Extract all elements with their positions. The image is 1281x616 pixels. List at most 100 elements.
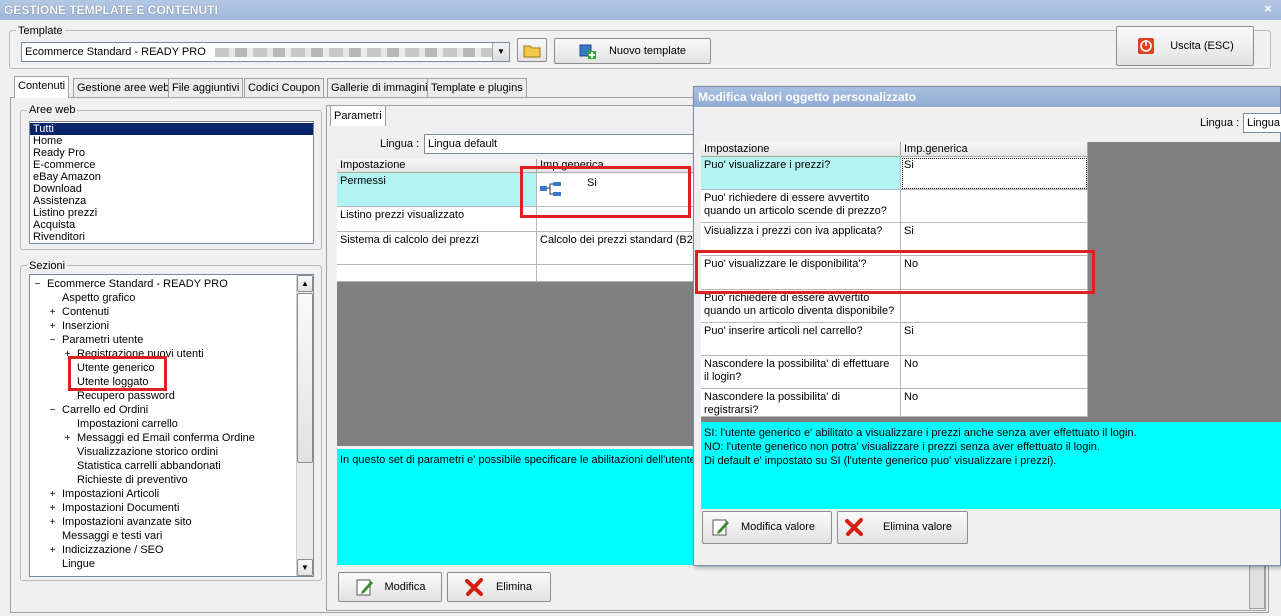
- window-title: GESTIONE TEMPLATE E CONTENUTI: [4, 3, 218, 17]
- lingua-select[interactable]: Lingua default: [424, 134, 696, 154]
- template-select[interactable]: Ecommerce Standard - READY PRO ▼: [21, 42, 510, 62]
- tree-item[interactable]: + Impostazioni avanzate sito: [48, 515, 192, 529]
- scroll-up-icon[interactable]: ▲: [297, 275, 313, 292]
- tree-expander-icon[interactable]: +: [63, 348, 72, 362]
- elimina-valore-button[interactable]: Elimina valore: [837, 511, 968, 544]
- chevron-down-icon[interactable]: ▼: [492, 43, 509, 61]
- list-item[interactable]: E-commerce: [30, 159, 313, 171]
- tree-item[interactable]: + Registrazione nuovi utenti: [63, 347, 204, 361]
- tree-item[interactable]: − Ecommerce Standard - READY PRO: [33, 277, 228, 291]
- grid-cell-key[interactable]: Listino prezzi visualizzato: [337, 207, 537, 232]
- dialog-cell-value[interactable]: Si: [901, 157, 1088, 190]
- dialog-cell-value[interactable]: No: [901, 389, 1088, 417]
- list-item[interactable]: Rivenditori: [30, 231, 313, 243]
- dialog-cell-key[interactable]: Puo' visualizzare i prezzi?: [701, 157, 901, 190]
- tab-gestione-aree-web[interactable]: Gestione aree web: [73, 78, 174, 97]
- tree-item[interactable]: + Impostazioni Documenti: [48, 501, 180, 516]
- tree-expander-icon[interactable]: +: [63, 432, 72, 446]
- tree-item[interactable]: Utente generico: [63, 361, 155, 375]
- parametri-grid[interactable]: Impostazione Imp.generica Permessi Si List…: [337, 159, 697, 446]
- tree-item-label: Carrello ed Ordini: [62, 404, 149, 416]
- scroll-down-icon[interactable]: ▼: [297, 559, 313, 576]
- tree-item[interactable]: Recupero password: [63, 389, 175, 403]
- dialog-cell-key[interactable]: Nascondere la possibilita' di effettuare…: [701, 356, 901, 389]
- grid-cell-key[interactable]: [337, 265, 537, 282]
- dialog-cell-key[interactable]: Nascondere la possibilita' di registrars…: [701, 389, 901, 417]
- tree-item[interactable]: Lingue: [48, 557, 95, 571]
- tree-expander-icon[interactable]: +: [48, 488, 57, 502]
- tree-expander-icon[interactable]: +: [48, 502, 57, 516]
- tree-item[interactable]: Aspetto grafico: [48, 291, 135, 305]
- tree-item[interactable]: Utente loggato: [63, 375, 149, 389]
- dialog-cell-key[interactable]: Puo' richiedere di essere avvertito quan…: [701, 290, 901, 323]
- list-item[interactable]: eBay Amazon: [30, 171, 313, 183]
- tree-item[interactable]: − Carrello ed Ordini: [48, 403, 149, 418]
- tab-contenuti[interactable]: Contenuti: [14, 76, 70, 98]
- tree-item-label: Utente loggato: [77, 376, 149, 388]
- dialog-description: SI: l'utente generico e' abilitato a vis…: [701, 422, 1281, 509]
- tree-item[interactable]: Richieste di preventivo: [63, 473, 188, 487]
- modifica-valore-button[interactable]: Modifica valore: [702, 511, 832, 544]
- grid-cell-value[interactable]: Calcolo dei prezzi standard (B2B: [537, 232, 697, 265]
- dialog-cell-value[interactable]: No: [901, 356, 1088, 389]
- close-window-button[interactable]: ×: [1261, 1, 1275, 17]
- dialog-cell-key[interactable]: Visualizza i prezzi con iva applicata?: [701, 223, 901, 256]
- exit-button[interactable]: Uscita (ESC): [1116, 26, 1254, 66]
- tree-item[interactable]: + Inserzioni: [48, 319, 110, 334]
- tree-expander-icon[interactable]: +: [48, 544, 57, 558]
- tree-expander-icon[interactable]: +: [48, 306, 57, 320]
- grid-cell-value[interactable]: Si: [537, 173, 697, 207]
- dialog-cell-value[interactable]: [901, 290, 1088, 323]
- dialog-lingua-select[interactable]: Lingua: [1243, 113, 1281, 133]
- tree-item[interactable]: + Contenuti: [48, 305, 110, 320]
- dialog-cell-value[interactable]: [901, 190, 1088, 223]
- tree-expander-icon[interactable]: −: [33, 278, 42, 292]
- tree-item[interactable]: Statistica carrelli abbandonati: [63, 459, 221, 473]
- tab-codici-coupon[interactable]: Codici Coupon: [244, 78, 325, 97]
- dialog-cell-value[interactable]: Si: [901, 223, 1088, 256]
- new-template-button[interactable]: Nuovo template: [554, 38, 711, 64]
- dialog-cell-key[interactable]: Puo' richiedere di essere avvertito quan…: [701, 190, 901, 223]
- list-item[interactable]: Ready Pro: [30, 147, 313, 159]
- list-item[interactable]: Home: [30, 135, 313, 147]
- tree-expander-icon[interactable]: −: [48, 404, 57, 418]
- dialog-cell-key[interactable]: Puo' inserire articoli nel carrello?: [701, 323, 901, 356]
- tab-file-aggiuntivi[interactable]: File aggiuntivi: [168, 78, 244, 97]
- tab-template-plugins[interactable]: Template e plugins: [427, 78, 527, 97]
- tree-item[interactable]: + Messaggi ed Email conferma Ordine: [63, 431, 255, 445]
- tree-item[interactable]: Visualizzazione storico ordini: [63, 445, 218, 459]
- elimina-button[interactable]: Elimina: [447, 572, 551, 602]
- list-item[interactable]: Download: [30, 183, 313, 195]
- dialog-grid[interactable]: Impostazione Imp.generica Puo' visualizz…: [701, 142, 1281, 422]
- dialog-cell-key[interactable]: Puo' visualizzare le disponibilita'?: [701, 256, 901, 290]
- tree-expander-icon[interactable]: +: [48, 516, 57, 530]
- tree-item-label: Recupero password: [77, 390, 175, 402]
- open-folder-button[interactable]: [517, 38, 547, 62]
- dialog-cell-value[interactable]: No: [901, 256, 1088, 290]
- tree-item[interactable]: Messaggi e testi vari: [48, 529, 162, 543]
- grid-cell-value[interactable]: [537, 207, 697, 232]
- tree-item-label: Visualizzazione storico ordini: [77, 446, 219, 458]
- list-item[interactable]: Acquista: [30, 219, 313, 231]
- modifica-button[interactable]: Modifica: [338, 572, 442, 602]
- dialog-cell-value[interactable]: Si: [901, 323, 1088, 356]
- tree-item[interactable]: Impostazioni carrello: [63, 417, 178, 431]
- tab-parametri[interactable]: Parametri: [330, 105, 386, 126]
- sezioni-tree[interactable]: − Ecommerce Standard - READY PRO Aspetto g…: [29, 274, 314, 577]
- list-item[interactable]: Assistenza: [30, 195, 313, 207]
- dialog-title: Modifica valori oggetto personalizzato: [694, 87, 1280, 107]
- tree-item[interactable]: − Parametri utente: [48, 333, 144, 348]
- grid-cell-value[interactable]: [537, 265, 697, 282]
- list-item[interactable]: Tutti: [30, 123, 313, 135]
- grid-cell-key[interactable]: Permessi: [337, 173, 537, 207]
- list-item[interactable]: Listino prezzi: [30, 207, 313, 219]
- aree-web-list[interactable]: Tutti Home Ready Pro E-commerce eBay Amazon D…: [29, 121, 314, 244]
- scroll-thumb[interactable]: [297, 293, 313, 463]
- tree-item[interactable]: + Indicizzazione / SEO: [48, 543, 164, 557]
- grid-cell-key[interactable]: Sistema di calcolo dei prezzi: [337, 232, 537, 265]
- tab-gallerie-immagini[interactable]: Gallerie di immagini: [327, 78, 432, 97]
- tree-expander-icon[interactable]: −: [48, 334, 57, 348]
- tree-expander-icon[interactable]: +: [48, 320, 57, 334]
- tree-scrollbar[interactable]: ▲ ▼: [296, 275, 313, 576]
- tree-item[interactable]: + Impostazioni Articoli: [48, 487, 160, 502]
